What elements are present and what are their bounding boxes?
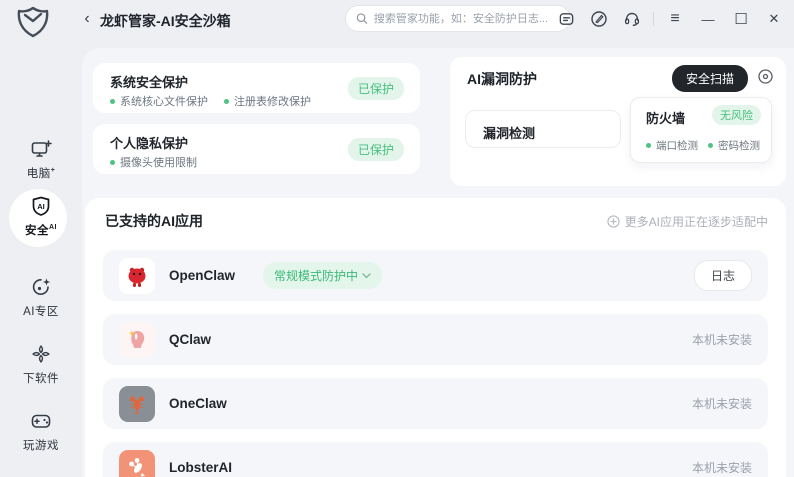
computer-plus-icon <box>30 138 52 160</box>
feedback-icon[interactable] <box>554 7 578 31</box>
system-protection-title: 系统安全保护 <box>110 72 188 91</box>
green-dot-icon <box>224 99 229 104</box>
qclaw-app-icon <box>119 322 155 358</box>
search-icon <box>356 12 368 25</box>
green-dot-icon <box>110 99 115 104</box>
page-title: 龙虾管家-AI安全沙箱 <box>100 11 231 31</box>
theme-pen-icon[interactable] <box>587 7 611 31</box>
close-button[interactable]: ✕ <box>762 7 786 31</box>
app-name: LobsterAI <box>169 460 249 475</box>
security-scan-button[interactable]: 安全扫描 <box>672 65 748 92</box>
titlebar: ‹ 龙虾管家-AI安全沙箱 <box>0 0 794 48</box>
maximize-button[interactable]: ☐ <box>729 7 753 31</box>
customer-service-headset-icon[interactable] <box>620 7 644 31</box>
green-dot-icon <box>708 143 713 148</box>
protected-status-badge: 已保护 <box>348 138 404 161</box>
privacy-protection-card[interactable]: 个人隐私保护 摄像头使用限制 已保护 <box>93 124 420 174</box>
supported-apps-panel: 已支持的AI应用 更多AI应用正在逐步适配中 OpenClaw 常规模式防护中 <box>85 198 786 477</box>
bullet-item: 系统核心文件保护 <box>110 93 208 109</box>
titlebar-divider <box>653 12 654 26</box>
privacy-protection-bullets: 摄像头使用限制 <box>110 154 197 170</box>
bullet-item: 摄像头使用限制 <box>110 154 197 170</box>
sidebar-label-security-sup: AI <box>49 224 57 231</box>
firewall-bullets: 端口检测 密码检测 <box>646 138 760 153</box>
titlebar-actions: ≡ — ☐ ✕ <box>554 6 786 32</box>
gamepad-icon <box>30 410 52 432</box>
search-bar[interactable] <box>345 5 571 32</box>
app-name: OneClaw <box>169 396 249 411</box>
sidebar-item-ai-zone[interactable]: AI专区 <box>0 276 82 319</box>
sidebar-label-computer: 电脑 <box>27 168 51 180</box>
protected-status-badge: 已保护 <box>348 77 404 100</box>
openclaw-app-icon <box>119 258 155 294</box>
install-status: 本机未安装 <box>692 459 752 476</box>
software-center-icon <box>30 343 52 365</box>
ai-vulnerability-panel: AI漏洞防护 安全扫描 漏洞检测 防火墙 无风险 端口检测 密码检测 <box>450 57 786 186</box>
sidebar-label-software: 下软件 <box>23 373 59 385</box>
menu-icon[interactable]: ≡ <box>663 7 687 31</box>
back-button[interactable]: ‹ <box>78 8 96 30</box>
install-status: 本机未安装 <box>692 395 752 412</box>
sidebar-label-computer-sup: + <box>51 167 56 174</box>
plus-circle-icon <box>607 215 620 228</box>
vulnerability-detect-title: 漏洞检测 <box>483 123 535 142</box>
sidebar-label-security: 安全 <box>25 225 49 237</box>
bullet-item: 端口检测 <box>646 138 698 153</box>
apps-panel-title: 已支持的AI应用 <box>105 211 203 231</box>
protection-mode-dropdown[interactable]: 常规模式防护中 <box>263 262 382 289</box>
sidebar-item-security-ai[interactable]: AI 安全AI <box>0 195 82 238</box>
shield-ai-icon: AI <box>30 195 52 217</box>
app-row-qclaw[interactable]: QClaw 本机未安装 <box>103 314 768 365</box>
scan-settings-icon[interactable] <box>757 68 774 85</box>
search-input[interactable] <box>374 13 560 25</box>
firewall-card[interactable]: 防火墙 无风险 端口检测 密码检测 <box>630 97 772 163</box>
install-status: 本机未安装 <box>692 331 752 348</box>
firewall-title: 防火墙 <box>646 108 685 127</box>
app-name: QClaw <box>169 332 249 347</box>
minimize-button[interactable]: — <box>696 7 720 31</box>
log-button[interactable]: 日志 <box>694 260 752 291</box>
app-row-lobsterai[interactable]: LobsterAI 本机未安装 <box>103 442 768 477</box>
app-row-openclaw[interactable]: OpenClaw 常规模式防护中 日志 <box>103 250 768 301</box>
sidebar-item-computer[interactable]: 电脑+ <box>0 138 82 181</box>
apps-more-note: 更多AI应用正在逐步适配中 <box>607 213 768 230</box>
system-protection-card[interactable]: 系统安全保护 系统核心文件保护 注册表修改保护 已保护 <box>93 63 420 113</box>
sidebar: 电脑+ AI 安全AI AI专区 下软件 <box>0 48 82 477</box>
privacy-protection-title: 个人隐私保护 <box>110 133 188 152</box>
bullet-item: 密码检测 <box>708 138 760 153</box>
app-logo-shield-icon <box>15 6 51 38</box>
sidebar-label-games: 玩游戏 <box>23 440 59 452</box>
vulnerability-detect-card[interactable]: 漏洞检测 <box>465 110 621 148</box>
system-protection-bullets: 系统核心文件保护 注册表修改保护 <box>110 93 311 109</box>
svg-text:AI: AI <box>37 202 45 211</box>
chevron-down-icon <box>362 273 371 279</box>
sidebar-item-games[interactable]: 玩游戏 <box>0 410 82 453</box>
bullet-item: 注册表修改保护 <box>224 93 311 109</box>
ai-zone-sparkle-icon <box>30 276 52 298</box>
app-name: OpenClaw <box>169 268 249 283</box>
app-row-oneclaw[interactable]: OneClaw 本机未安装 <box>103 378 768 429</box>
sidebar-item-software[interactable]: 下软件 <box>0 343 82 386</box>
firewall-risk-badge: 无风险 <box>712 105 761 125</box>
vuln-panel-title: AI漏洞防护 <box>467 69 537 89</box>
sidebar-label-ai-zone: AI专区 <box>23 306 59 318</box>
green-dot-icon <box>110 160 115 165</box>
oneclaw-app-icon <box>119 386 155 422</box>
lobsterai-app-icon <box>119 450 155 477</box>
green-dot-icon <box>646 143 651 148</box>
